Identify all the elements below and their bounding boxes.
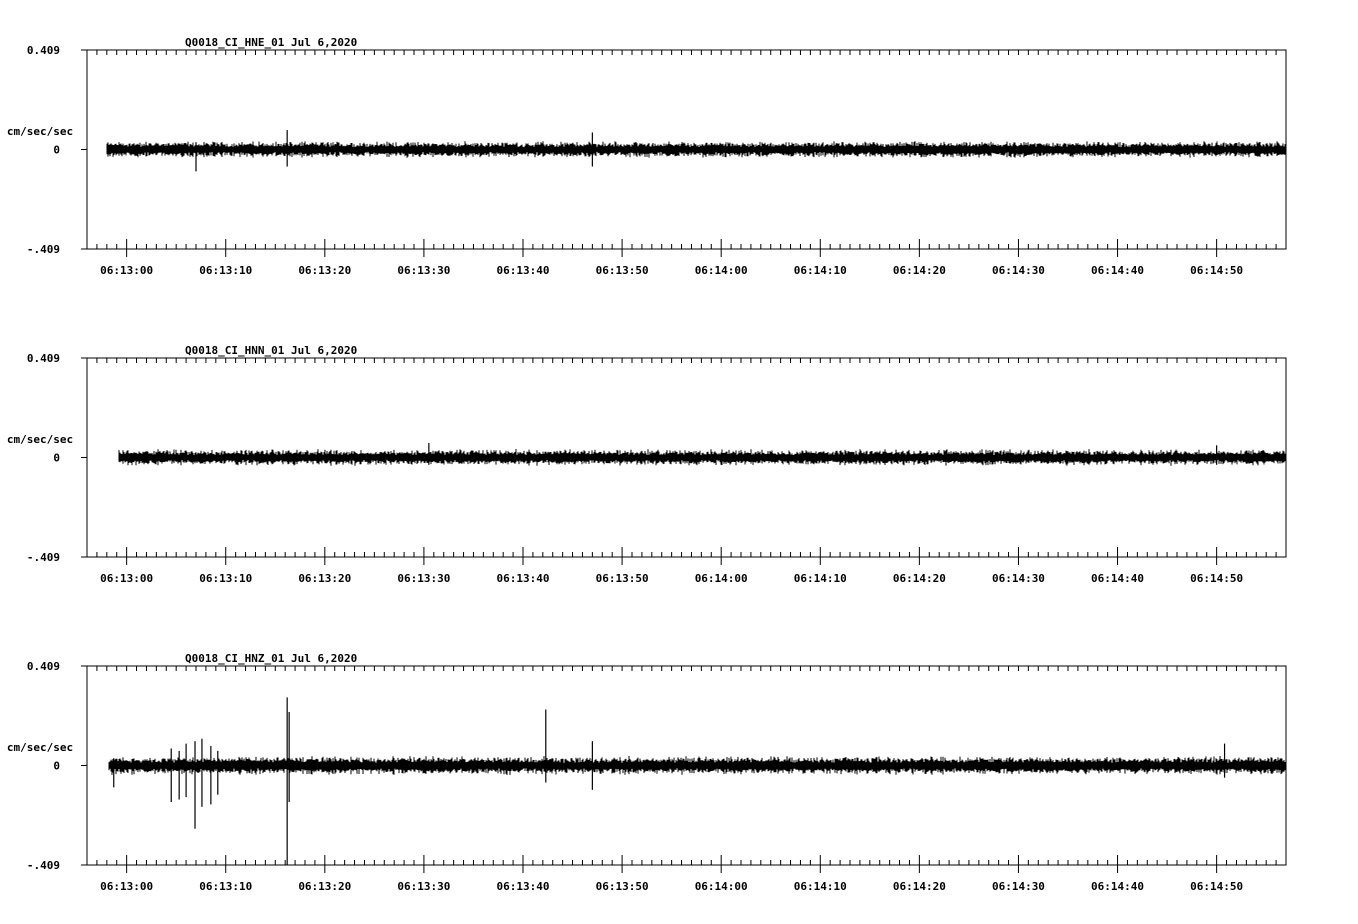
chart-title: Q0018_CI_HNE_01 Jul 6,2020 (185, 36, 357, 49)
x-tick-label: 06:14:30 (992, 264, 1045, 277)
chart-title: Q0018_CI_HNZ_01 Jul 6,2020 (185, 652, 357, 665)
seismogram-figure: 0.409 0 -.409 cm/sec/sec Q0018_CI_HNE_01 Jul… (7, 36, 1287, 893)
y-tick-label-max: 0.409 (27, 44, 60, 57)
chart-panel-1: 0.409 0 -.409 cm/sec/sec Q0018_CI_HNE_01 Jul… (7, 36, 1287, 277)
y-axis-label: cm/sec/sec (7, 125, 73, 138)
x-tick-label: 06:13:20 (298, 880, 351, 893)
x-tick-label: 06:13:50 (596, 880, 649, 893)
x-tick-label: 06:14:50 (1190, 880, 1243, 893)
waveform-trace (118, 449, 1287, 466)
y-tick-label-min: -.409 (27, 243, 60, 256)
x-tick-label: 06:13:50 (596, 264, 649, 277)
x-tick-label: 06:14:50 (1190, 264, 1243, 277)
x-tick-label: 06:13:30 (397, 880, 450, 893)
chart-panel-2: 0.409 0 -.409 cm/sec/sec Q0018_CI_HNN_01 Jul… (7, 344, 1287, 585)
x-tick-label: 06:14:20 (893, 572, 946, 585)
x-tick-label: 06:14:10 (794, 264, 847, 277)
x-tick-label: 06:13:10 (199, 572, 252, 585)
x-tick-label: 06:14:40 (1091, 880, 1144, 893)
x-tick-label: 06:14:40 (1091, 264, 1144, 277)
x-tick-label: 06:13:00 (100, 572, 153, 585)
x-tick-label: 06:13:20 (298, 264, 351, 277)
x-tick-label: 06:13:00 (100, 264, 153, 277)
y-tick-label-zero: 0 (53, 144, 60, 157)
x-tick-label: 06:13:30 (397, 264, 450, 277)
x-tick-label: 06:13:40 (497, 880, 550, 893)
x-tick-label: 06:13:50 (596, 572, 649, 585)
y-tick-label-zero: 0 (53, 760, 60, 773)
x-tick-label: 06:14:50 (1190, 572, 1243, 585)
y-tick-label-max: 0.409 (27, 352, 60, 365)
y-tick-label-max: 0.409 (27, 660, 60, 673)
x-tick-label: 06:13:00 (100, 880, 153, 893)
y-tick-label-min: -.409 (27, 859, 60, 872)
x-tick-label: 06:14:20 (893, 264, 946, 277)
x-tick-label: 06:14:10 (794, 572, 847, 585)
y-tick-label-min: -.409 (27, 551, 60, 564)
waveform-trace (106, 141, 1287, 158)
x-tick-label: 06:13:40 (497, 264, 550, 277)
x-tick-label: 06:13:10 (199, 264, 252, 277)
x-tick-label: 06:13:10 (199, 880, 252, 893)
chart-panel-3: 0.409 0 -.409 cm/sec/sec Q0018_CI_HNZ_01 Jul… (7, 652, 1287, 893)
x-tick-label: 06:14:20 (893, 880, 946, 893)
x-tick-label: 06:13:30 (397, 572, 450, 585)
x-tick-label: 06:13:20 (298, 572, 351, 585)
y-tick-label-zero: 0 (53, 452, 60, 465)
x-tick-label: 06:14:00 (695, 264, 748, 277)
chart-title: Q0018_CI_HNN_01 Jul 6,2020 (185, 344, 357, 357)
x-tick-label: 06:14:10 (794, 880, 847, 893)
x-tick-label: 06:14:40 (1091, 572, 1144, 585)
y-axis-label: cm/sec/sec (7, 433, 73, 446)
x-tick-label: 06:14:30 (992, 572, 1045, 585)
y-axis-label: cm/sec/sec (7, 741, 73, 754)
x-tick-label: 06:14:30 (992, 880, 1045, 893)
x-tick-label: 06:14:00 (695, 880, 748, 893)
x-tick-label: 06:14:00 (695, 572, 748, 585)
waveform-trace (108, 756, 1287, 775)
x-tick-label: 06:13:40 (497, 572, 550, 585)
